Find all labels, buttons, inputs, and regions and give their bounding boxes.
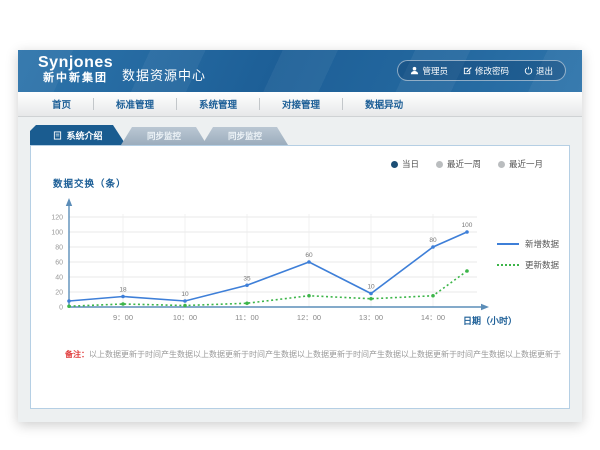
- logout-label: 退出: [536, 65, 553, 77]
- logout-button[interactable]: 退出: [524, 65, 553, 77]
- svg-text:100: 100: [51, 230, 63, 237]
- brand-logo-en: Synjones: [38, 54, 113, 72]
- tab-system-intro-label: 系统介绍: [66, 129, 102, 142]
- chart-panel: 当日 最近一周 最近一月 数据交换（条） 0 20 40 60 80 100 120 9：00…: [30, 145, 570, 409]
- svg-text:40: 40: [55, 275, 63, 282]
- admin-user-label: 管理员: [422, 65, 448, 77]
- svg-text:10: 10: [367, 284, 375, 291]
- power-icon: [524, 66, 533, 75]
- dotted-line-icon: [497, 264, 519, 266]
- radio-selected-icon: [391, 161, 398, 168]
- svg-text:60: 60: [305, 252, 313, 259]
- filter-last-week-label: 最近一周: [447, 158, 481, 170]
- footnote-prefix: 备注：: [65, 350, 89, 359]
- svg-text:14：00: 14：00: [421, 313, 445, 322]
- change-password-label: 修改密码: [475, 65, 509, 77]
- filter-today[interactable]: 当日: [391, 158, 419, 170]
- y-axis-title: 数据交换（条）: [53, 176, 127, 190]
- nav-item-standard-mgmt[interactable]: 标准管理: [94, 97, 176, 111]
- main-nav: 首页 标准管理 系统管理 对接管理 数据异动: [18, 92, 582, 117]
- nav-item-data-change[interactable]: 数据异动: [343, 97, 425, 111]
- nav-item-system-mgmt[interactable]: 系统管理: [177, 97, 259, 111]
- footnote: 备注：以上数据更新于时间产生数据以上数据更新于时间产生数据以上数据更新于时间产生…: [65, 349, 561, 360]
- app-window: Synjones 新中新集团 数据资源中心 管理员 修改密码 退出 首页 标准管…: [18, 50, 582, 422]
- user-icon: [410, 66, 419, 75]
- legend-new-data[interactable]: 新增数据: [497, 238, 559, 250]
- tab-bar: 系统介绍 同步监控 同步监控: [30, 125, 288, 145]
- svg-text:80: 80: [55, 245, 63, 252]
- svg-text:10：00: 10：00: [173, 313, 197, 322]
- tab-sync-monitor-1-label: 同步监控: [147, 130, 181, 142]
- svg-text:13：00: 13：00: [359, 313, 383, 322]
- svg-text:10: 10: [181, 291, 189, 298]
- footnote-text: 以上数据更新于时间产生数据以上数据更新于时间产生数据以上数据更新于时间产生数据以…: [89, 350, 561, 359]
- radio-icon: [436, 161, 443, 168]
- filter-last-month-label: 最近一月: [509, 158, 543, 170]
- svg-text:18: 18: [119, 287, 127, 294]
- user-menu: 管理员 修改密码 退出: [397, 60, 566, 81]
- page-title: 数据资源中心: [122, 65, 206, 84]
- filter-last-month[interactable]: 最近一月: [498, 158, 543, 170]
- time-range-filters: 当日 最近一周 最近一月: [391, 158, 543, 170]
- top-header: Synjones 新中新集团 数据资源中心 管理员 修改密码 退出: [18, 50, 582, 92]
- line-chart: 0 20 40 60 80 100 120 9：00 10：00 11：00 12：00 13：00 1…: [39, 192, 519, 342]
- change-password-button[interactable]: 修改密码: [463, 65, 509, 77]
- brand-logo[interactable]: Synjones 新中新集团: [38, 54, 113, 84]
- tab-sync-monitor-1[interactable]: 同步监控: [121, 127, 207, 145]
- svg-text:80: 80: [429, 237, 437, 244]
- nav-item-home[interactable]: 首页: [30, 97, 93, 111]
- svg-text:100: 100: [462, 222, 473, 229]
- edit-icon: [463, 66, 472, 75]
- svg-text:60: 60: [55, 260, 63, 267]
- document-icon: [53, 131, 62, 140]
- svg-text:35: 35: [243, 275, 251, 282]
- tab-sync-monitor-2-label: 同步监控: [228, 130, 262, 142]
- admin-user-button[interactable]: 管理员: [410, 65, 448, 77]
- legend-update-data-label: 更新数据: [525, 259, 559, 271]
- svg-text:9：00: 9：00: [113, 313, 133, 322]
- svg-text:日期（小时）: 日期（小时）: [463, 315, 517, 326]
- series-legend: 新增数据 更新数据: [497, 238, 559, 280]
- svg-text:11：00: 11：00: [235, 313, 259, 322]
- brand-logo-cn: 新中新集团: [38, 72, 113, 84]
- legend-update-data[interactable]: 更新数据: [497, 259, 559, 271]
- svg-text:20: 20: [55, 290, 63, 297]
- filter-last-week[interactable]: 最近一周: [436, 158, 481, 170]
- svg-text:12：00: 12：00: [297, 313, 321, 322]
- radio-icon: [498, 161, 505, 168]
- svg-text:120: 120: [51, 215, 63, 222]
- tab-sync-monitor-2[interactable]: 同步监控: [202, 127, 288, 145]
- legend-new-data-label: 新增数据: [525, 238, 559, 250]
- svg-text:0: 0: [59, 305, 63, 312]
- tab-system-intro[interactable]: 系统介绍: [30, 125, 126, 145]
- solid-line-icon: [497, 243, 519, 245]
- filter-today-label: 当日: [402, 158, 419, 170]
- nav-item-interface-mgmt[interactable]: 对接管理: [260, 97, 342, 111]
